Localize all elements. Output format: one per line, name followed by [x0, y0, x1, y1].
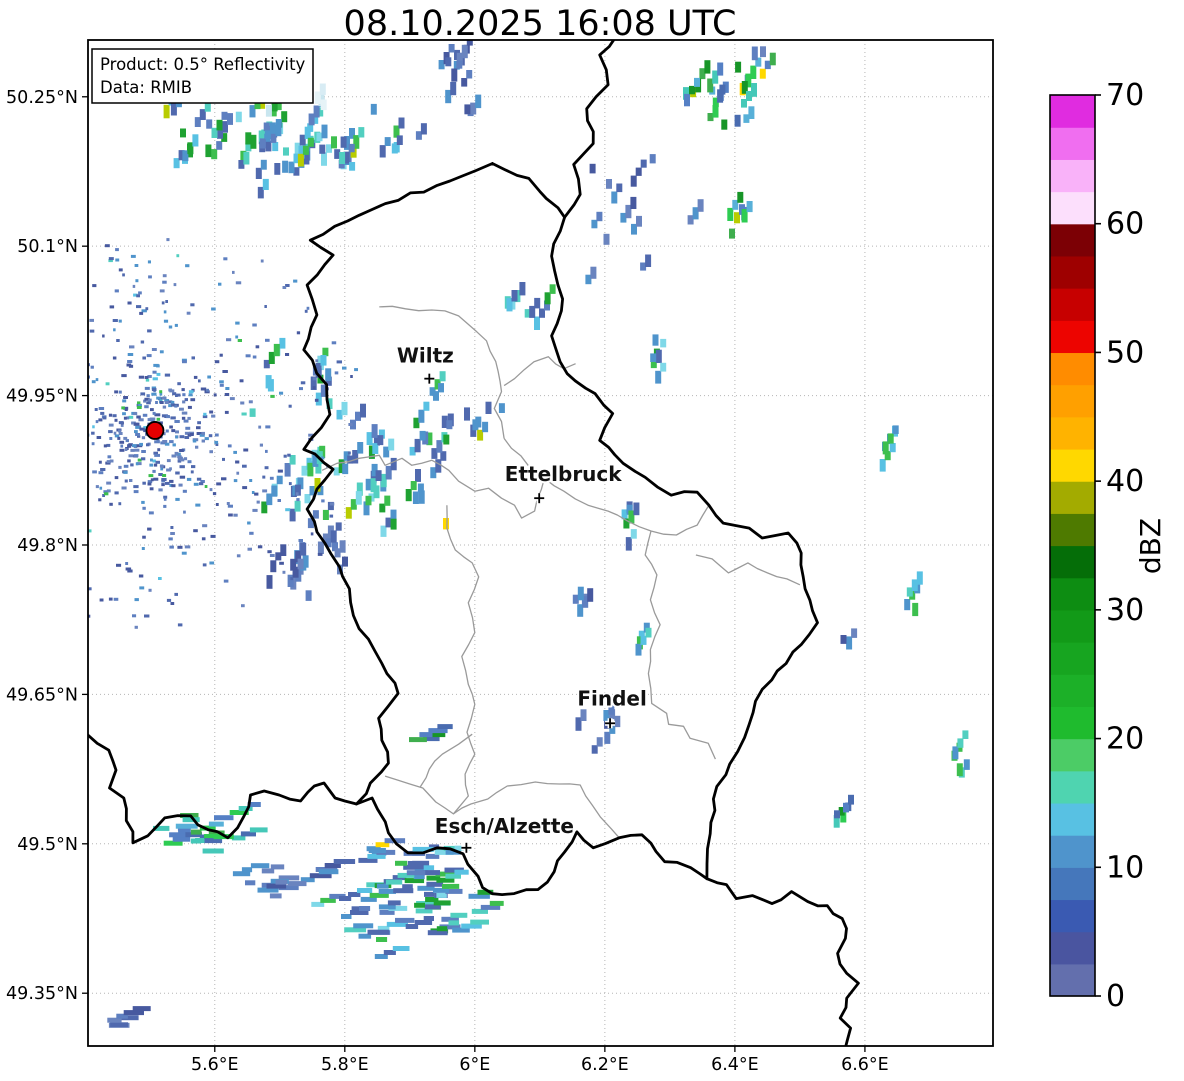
echo-cluster-findel-west [409, 724, 453, 743]
echo-cluster-east-single-4 [951, 730, 970, 778]
colorbar-tick-label: 10 [1106, 850, 1144, 885]
x-tick-label: 5.6°E [191, 1055, 239, 1075]
radar-map-canvas: 5.6°E 5.8°E 6°E 6.2°E 6.4°E 6.6°E 50.25°N 50.1… [6, 4, 1167, 1075]
city-name-label: Ettelbruck [505, 462, 622, 486]
colorbar-band [1050, 288, 1095, 321]
echo-cluster-center-mid [409, 371, 505, 459]
colorbar-band [1050, 642, 1095, 675]
colorbar-tick-label: 50 [1106, 335, 1144, 370]
city-name-label: Wiltz [397, 344, 454, 368]
echo-cluster-ne-streak [727, 191, 753, 239]
district-border-line [446, 505, 480, 815]
colorbar-band [1050, 191, 1095, 225]
colorbar-axis-label: dBZ [1134, 518, 1167, 574]
colorbar-band [1050, 255, 1095, 289]
echo-cluster-east-single-3 [840, 628, 858, 650]
echo-cluster-east-single-2 [904, 571, 923, 617]
echo-cluster-center-upper [504, 282, 556, 330]
district-border-line [644, 530, 716, 760]
colorbar-band [1050, 738, 1095, 772]
plot-title: 08.10.2025 16:08 UTC [344, 4, 737, 44]
echo-cluster-sw-cluster [153, 802, 268, 854]
echo-cluster-west-band [261, 424, 449, 537]
colorbar-band [1050, 320, 1095, 354]
echo-cluster-west-upper [249, 337, 366, 430]
colorbar-band [1050, 159, 1095, 193]
colorbar-band [1050, 545, 1095, 579]
city-name-label: Findel [577, 686, 647, 710]
colorbar-tick-label: 40 [1106, 464, 1144, 499]
colorbar-band [1050, 802, 1095, 836]
colorbar-band [1050, 95, 1095, 128]
colorbar-band [1050, 706, 1095, 740]
radar-site-marker [145, 421, 165, 440]
city-name-label: Esch/Alzette [435, 814, 574, 838]
colorbar-band [1050, 352, 1095, 386]
echo-cluster-nw-band [163, 89, 427, 199]
district-borders [321, 305, 801, 839]
colorbar-band [1050, 577, 1095, 611]
info-box-line1: Product: 0.5° Reflectivity [100, 55, 306, 74]
plot-area [88, 40, 993, 1046]
colorbar-band [1050, 770, 1095, 804]
x-tick-label: 6°E [459, 1055, 490, 1075]
country-borders [88, 40, 860, 1046]
y-tick-label: 49.8°N [17, 536, 78, 556]
echo-cluster-se-single [833, 794, 854, 828]
district-border-line [419, 733, 473, 788]
colorbar-band [1050, 963, 1095, 997]
x-tick-label: 6.2°E [581, 1055, 629, 1075]
y-tick-label: 49.95°N [6, 387, 78, 407]
colorbar-band [1050, 899, 1095, 933]
colorbar-band [1050, 835, 1095, 868]
radar-figure: 5.6°E 5.8°E 6°E 6.2°E 6.4°E 6.6°E 50.25°N 50.1… [0, 0, 1184, 1081]
radar-site-dot [145, 421, 165, 440]
colorbar: 0 10 20 30 40 50 60 70 [1049, 78, 1144, 1014]
echo-cluster-center-single-2 [635, 622, 652, 656]
colorbar-band [1050, 931, 1095, 965]
y-tick-label: 49.35°N [6, 984, 78, 1004]
echo-cluster-top-right [683, 52, 776, 130]
echo-cluster-sw-lower [232, 859, 356, 899]
y-tick-label: 50.25°N [6, 88, 78, 108]
colorbar-tick-label: 0 [1106, 979, 1125, 1014]
district-border-line [503, 438, 710, 536]
colorbar-band [1050, 127, 1095, 160]
echo-cluster-east-mid [650, 334, 667, 384]
x-tick-label: 6.4°E [711, 1055, 759, 1075]
colorbar-tick-label: 20 [1106, 722, 1144, 757]
y-tick-label: 50.1°N [17, 237, 78, 257]
colorbar-band [1050, 513, 1095, 547]
echo-cluster-ne-scatter [585, 154, 704, 285]
y-tick-label: 49.65°N [6, 685, 78, 705]
colorbar-band [1050, 384, 1095, 418]
city-findel: Findel [575, 684, 649, 729]
country-border-line [705, 877, 860, 1046]
x-tick-label: 6.6°E [841, 1055, 889, 1075]
echo-cluster-bottom-left [107, 1006, 151, 1028]
country-border-line [563, 40, 616, 219]
y-axis: 50.25°N 50.1°N 49.95°N 49.8°N 49.65°N 49.5°N 4… [6, 88, 88, 1004]
product-info-box: Product: 0.5° Reflectivity Data: RMIB [91, 48, 314, 104]
district-border-line [695, 554, 801, 586]
colorbar-band [1050, 448, 1095, 482]
info-box-line2: Data: RMIB [100, 78, 192, 97]
colorbar-band [1050, 416, 1095, 450]
y-tick-label: 49.5°N [17, 835, 78, 855]
colorbar-band [1050, 481, 1095, 514]
colorbar-band [1050, 674, 1095, 707]
echo-cluster-center-single-1 [572, 586, 594, 617]
colorbar-tick-label: 30 [1106, 593, 1144, 628]
city-ettelbruck: Ettelbruck [503, 460, 624, 504]
radar-echoes [88, 40, 970, 1028]
colorbar-band [1050, 609, 1095, 643]
colorbar-band [1050, 223, 1095, 257]
colorbar-band [1050, 867, 1095, 901]
x-axis: 5.6°E 5.8°E 6°E 6.2°E 6.4°E 6.6°E [191, 1046, 889, 1075]
x-tick-label: 5.8°E [321, 1055, 369, 1075]
echo-cluster-east-single-1 [879, 425, 899, 472]
colorbar-tick-label: 70 [1106, 78, 1144, 113]
colorbar-tick-label: 60 [1106, 207, 1144, 242]
